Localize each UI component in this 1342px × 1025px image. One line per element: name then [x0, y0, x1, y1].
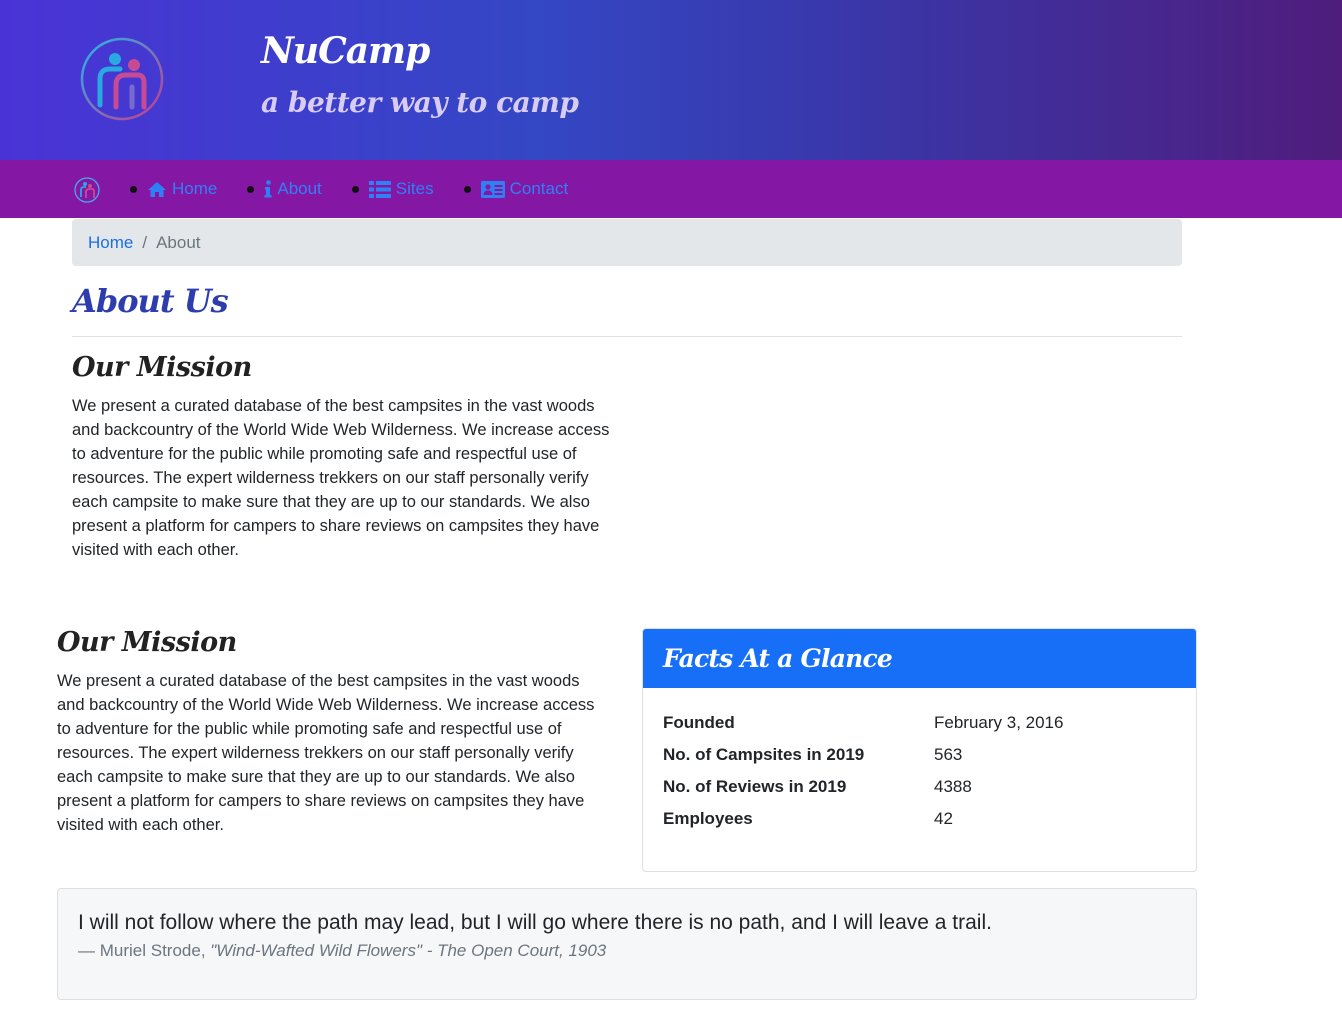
page-title: About Us — [72, 282, 229, 320]
fact-row: Employees 42 — [663, 803, 1183, 835]
nav-item-home: Home — [130, 179, 217, 199]
nav-link-contact[interactable]: Contact — [480, 179, 569, 199]
nav-label-about: About — [277, 179, 322, 198]
nav-link-home[interactable]: Home — [147, 179, 217, 199]
fact-label: Founded — [663, 713, 735, 732]
blockquote: I will not follow where the path may lea… — [57, 888, 1197, 1000]
site-title: NuCamp — [261, 30, 430, 72]
mission-text: We present a curated database of the bes… — [72, 397, 610, 559]
mission-heading: Our Mission — [57, 627, 237, 658]
nucamp-logo-icon — [80, 37, 164, 121]
breadcrumb-current: About — [156, 232, 201, 252]
nav-link-sites[interactable]: Sites — [368, 179, 434, 199]
nav-link-about[interactable]: About — [264, 179, 322, 199]
nav-label-sites: Sites — [395, 179, 434, 198]
breadcrumb: Home / About — [72, 219, 1182, 266]
list-icon — [368, 180, 391, 198]
quote-source: "Wind-Wafted Wild Flowers" - The Open Co… — [210, 941, 607, 960]
mission-heading: Our Mission — [72, 352, 252, 383]
fact-value: 563 — [934, 745, 963, 764]
fact-row: Founded February 3, 2016 — [663, 707, 1183, 739]
fact-value: 42 — [934, 809, 953, 828]
nav-item-contact: Contact — [463, 179, 569, 199]
site-header: NuCamp a better way to camp — [0, 0, 1342, 160]
quote-text: I will not follow where the path may lea… — [78, 911, 992, 934]
facts-card-header: Facts At a Glance — [643, 629, 1196, 688]
list-bullet — [351, 185, 359, 193]
quote-author: — Muriel Strode, — [78, 941, 211, 960]
quote-footer: — Muriel Strode, "Wind-Wafted Wild Flowe… — [78, 941, 606, 961]
info-icon — [264, 180, 272, 198]
fact-value: February 3, 2016 — [934, 713, 1064, 732]
list-bullet — [463, 185, 471, 193]
breadcrumb-home-link[interactable]: Home — [88, 233, 133, 253]
address-card-icon — [480, 180, 505, 198]
site-tagline: a better way to camp — [261, 86, 579, 119]
nav-item-sites: Sites — [351, 179, 434, 199]
divider — [72, 336, 1182, 337]
navbar: Home About Sites Contact — [0, 160, 1342, 218]
list-bullet — [247, 185, 255, 193]
fact-row: No. of Campsites in 2019 563 — [663, 739, 1183, 771]
list-bullet — [130, 185, 137, 193]
home-icon — [148, 181, 166, 197]
nav-logo-icon[interactable] — [74, 177, 100, 203]
fact-value: 4388 — [934, 777, 972, 796]
facts-card-title: Facts At a Glance — [663, 644, 893, 673]
mission-text: We present a curated database of the bes… — [57, 672, 595, 834]
nav-label-home: Home — [172, 179, 218, 198]
nav-item-about: About — [247, 179, 322, 199]
fact-row: No. of Reviews in 2019 4388 — [663, 771, 1183, 803]
fact-label: Employees — [663, 809, 753, 828]
facts-list: Founded February 3, 2016 No. of Campsite… — [663, 707, 1183, 835]
nav-label-contact: Contact — [509, 179, 569, 198]
breadcrumb-separator: / — [142, 232, 148, 252]
nav-menu: Home About Sites Contact — [130, 160, 598, 218]
fact-label: No. of Campsites in 2019 — [663, 745, 865, 764]
fact-label: No. of Reviews in 2019 — [663, 777, 847, 796]
facts-card: Facts At a Glance Founded February 3, 20… — [642, 628, 1197, 872]
